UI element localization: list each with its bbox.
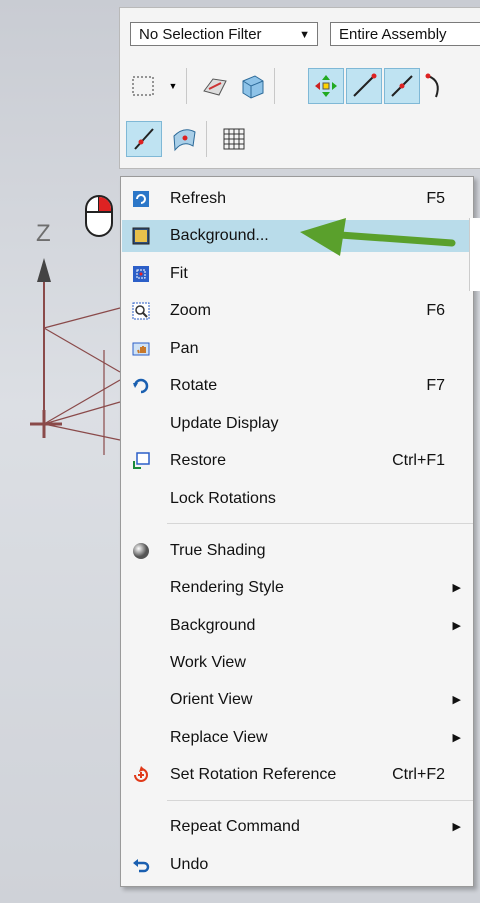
submenu-arrow-icon: ▶	[452, 821, 461, 833]
menu-item-label: Undo	[170, 856, 209, 873]
selection-filter-value: No Selection Filter	[139, 26, 262, 43]
solid-body-icon	[242, 75, 264, 99]
toolbar-divider	[206, 121, 207, 157]
submenu-arrow-icon: ▶	[452, 732, 461, 744]
line-mid-point-icon	[391, 75, 413, 97]
point-on-curve-button[interactable]	[126, 121, 162, 157]
menu-item-background[interactable]: Background ▶	[122, 610, 472, 642]
mouse-right-click-icon	[85, 195, 113, 237]
restore-icon	[133, 452, 150, 469]
chevron-down-icon: ▼	[299, 29, 310, 41]
menu-item-shortcut: F6	[426, 302, 445, 319]
menu-item-restore[interactable]: Restore Ctrl+F1	[122, 445, 472, 477]
menu-separator	[167, 800, 473, 801]
arc-point-button[interactable]	[422, 68, 446, 104]
snap-point-button[interactable]	[308, 68, 344, 104]
selection-filter-dropdown[interactable]: No Selection Filter ▼	[130, 22, 318, 46]
menu-separator	[167, 523, 473, 524]
menu-item-label: Rotate	[170, 377, 218, 394]
menu-item-true-shading[interactable]: True Shading	[122, 535, 472, 567]
context-menu: Refresh F5 Background... Fit Zoom F6 Pan…	[120, 176, 474, 887]
fit-icon	[133, 266, 149, 282]
toolbar-divider	[274, 68, 275, 104]
point-on-surface-icon	[173, 129, 196, 152]
menu-item-label: Refresh	[170, 190, 227, 207]
point-on-curve-icon	[134, 128, 154, 150]
menu-item-set-rotation-reference[interactable]: Set Rotation Reference Ctrl+F2	[122, 759, 472, 791]
background-icon	[132, 227, 150, 245]
menu-item-refresh[interactable]: Refresh F5	[122, 183, 472, 215]
menu-item-repeat-command[interactable]: Repeat Command ▶	[122, 811, 472, 843]
adjacent-panel-edge	[469, 218, 480, 291]
menu-item-lock-rotations[interactable]: Lock Rotations	[122, 483, 472, 515]
rectangle-select-icon	[132, 76, 154, 96]
menu-item-label: Pan	[170, 340, 199, 357]
menu-item-label: Replace View	[170, 729, 268, 746]
menu-item-label: Background...	[170, 227, 269, 244]
snap-point-icon	[315, 75, 337, 97]
sphere-icon	[133, 543, 149, 559]
rotation-reference-icon	[134, 766, 148, 782]
menu-item-zoom[interactable]: Zoom F6	[122, 295, 472, 327]
line-end-point-button[interactable]	[346, 68, 382, 104]
menu-item-label: Update Display	[170, 415, 279, 432]
grid-icon	[223, 128, 245, 150]
submenu-arrow-icon: ▶	[452, 694, 461, 706]
grid-snap-button[interactable]	[216, 121, 252, 157]
menu-item-shortcut: F5	[426, 190, 445, 207]
shaded-face-button[interactable]	[196, 68, 232, 104]
menu-item-shortcut: Ctrl+F1	[392, 452, 445, 469]
submenu-arrow-icon: ▶	[452, 620, 461, 632]
assembly-scope-value: Entire Assembly	[339, 26, 447, 43]
menu-item-label: Work View	[170, 654, 246, 671]
menu-item-replace-view[interactable]: Replace View ▶	[122, 722, 472, 754]
solid-body-button[interactable]	[234, 68, 270, 104]
menu-item-background-dialog[interactable]: Background...	[122, 220, 472, 252]
line-end-point-icon	[353, 73, 377, 97]
menu-item-label: Restore	[170, 452, 227, 469]
menu-item-label: Zoom	[170, 302, 211, 319]
menu-item-work-view[interactable]: Work View	[122, 647, 472, 679]
select-type-dropdown[interactable]: ▼	[164, 68, 182, 104]
rotate-icon	[133, 378, 149, 394]
menu-item-shortcut: Ctrl+F2	[392, 766, 445, 783]
line-mid-point-button[interactable]	[384, 68, 420, 104]
assembly-scope-dropdown[interactable]: Entire Assembly	[330, 22, 480, 46]
zoom-icon	[132, 302, 150, 320]
menu-item-shortcut: F7	[426, 377, 445, 394]
pan-hand-icon	[132, 342, 150, 356]
menu-item-label: Repeat Command	[170, 818, 300, 835]
menu-item-label: Background	[170, 617, 256, 634]
menu-item-pan[interactable]: Pan	[122, 333, 472, 365]
point-on-surface-button[interactable]	[166, 121, 202, 157]
z-axis-label: Z	[36, 220, 51, 247]
arc-point-icon	[425, 73, 439, 98]
z-axis-arrowhead	[37, 258, 51, 282]
refresh-icon	[133, 191, 149, 207]
menu-item-label: Lock Rotations	[170, 490, 276, 507]
menu-item-rotate[interactable]: Rotate F7	[122, 370, 472, 402]
rectangle-select-button[interactable]	[126, 68, 162, 104]
submenu-arrow-icon: ▶	[452, 582, 461, 594]
undo-icon	[133, 859, 150, 873]
menu-item-label: True Shading	[170, 542, 266, 559]
menu-item-label: Orient View	[170, 691, 253, 708]
toolbar-divider	[186, 68, 187, 104]
shaded-face-icon	[203, 78, 227, 96]
menu-item-rendering-style[interactable]: Rendering Style ▶	[122, 572, 472, 604]
caret-down-icon: ▼	[168, 81, 178, 91]
menu-item-orient-view[interactable]: Orient View ▶	[122, 684, 472, 716]
menu-item-fit[interactable]: Fit	[122, 258, 472, 290]
view-toolbar: No Selection Filter ▼ Entire Assembly ▼	[119, 7, 480, 169]
menu-item-label: Fit	[170, 265, 188, 282]
menu-item-label: Rendering Style	[170, 579, 284, 596]
menu-item-undo[interactable]: Undo	[122, 849, 472, 881]
menu-item-update-display[interactable]: Update Display	[122, 408, 472, 440]
menu-item-label: Set Rotation Reference	[170, 766, 337, 783]
